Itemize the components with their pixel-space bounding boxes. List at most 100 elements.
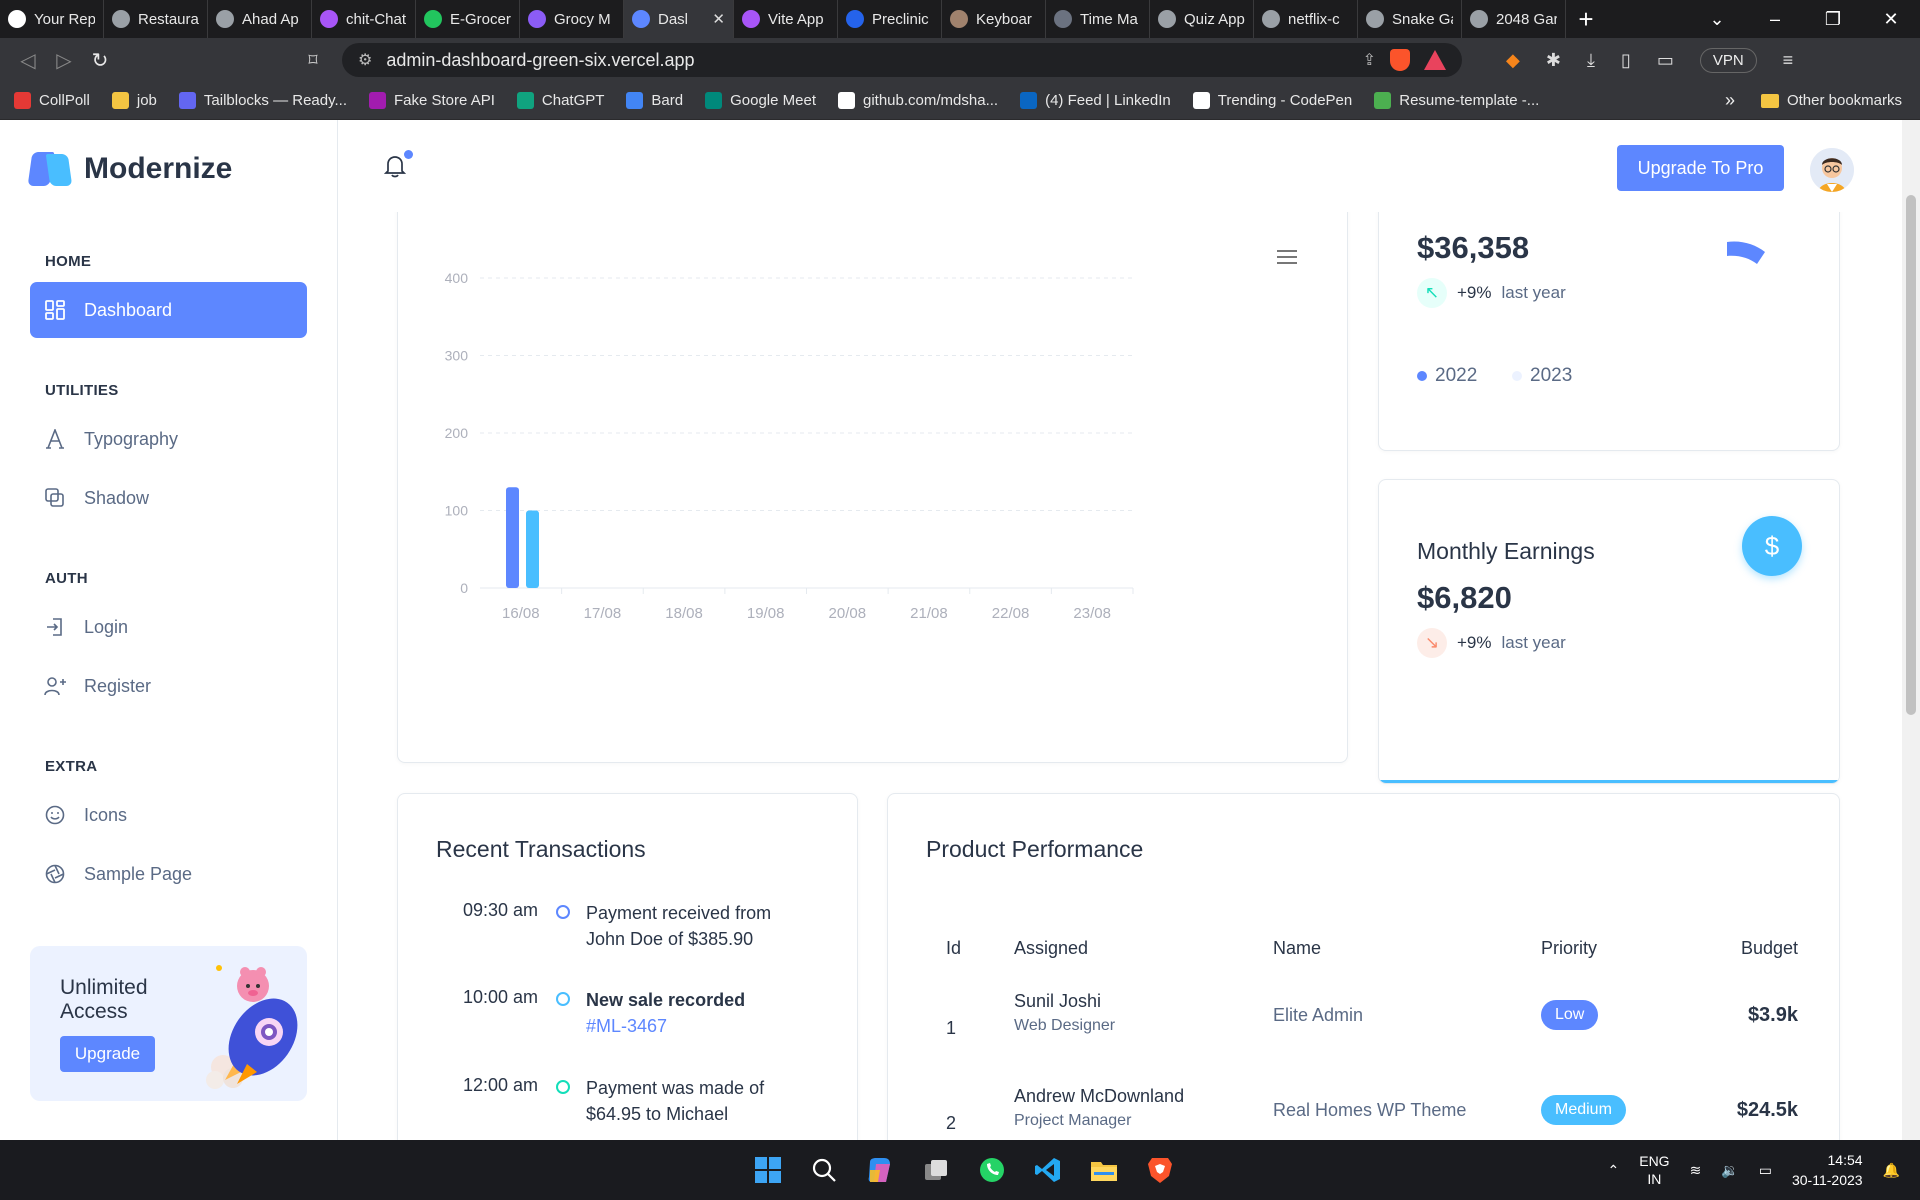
transaction-link[interactable]: #ML-3467 <box>586 1016 667 1036</box>
close-window-icon[interactable]: ✕ <box>1862 9 1920 30</box>
promo-upgrade-button[interactable]: Upgrade <box>60 1036 155 1072</box>
search-icon[interactable] <box>804 1150 844 1190</box>
notification-bell-icon[interactable] <box>384 154 406 178</box>
chevron-up-icon[interactable]: ⌃ <box>1608 1162 1620 1179</box>
bookmark-item[interactable]: job <box>111 92 157 109</box>
system-clock[interactable]: 14:54 30-11-2023 <box>1792 1150 1863 1190</box>
bookmarks-bar: CollPoll job Tailblocks — Ready... Fake Sto… <box>0 82 1920 120</box>
sidebar-item-label: Sample Page <box>84 863 193 884</box>
downloads-icon[interactable]: ⤓ <box>1587 50 1595 71</box>
new-tab-button[interactable]: + <box>1566 0 1606 38</box>
dollar-icon[interactable]: $ <box>1742 516 1802 576</box>
language-indicator[interactable]: ENG IN <box>1639 1152 1669 1188</box>
sidebar-item-login[interactable]: Login <box>30 599 307 655</box>
browser-tab[interactable]: Ahad Ap <box>208 0 312 38</box>
bar-series-2 <box>526 510 539 588</box>
copilot-icon[interactable] <box>860 1150 900 1190</box>
browser-tab[interactable]: chit-Chat <box>312 0 416 38</box>
timeline-dot <box>556 992 570 1006</box>
page-scrollbar[interactable] <box>1902 120 1920 1140</box>
sidebar: Modernize HOME Dashboard UTILITIES Typog… <box>0 120 338 1140</box>
bookmarks-overflow-button[interactable]: » <box>1725 90 1735 111</box>
sidebar-item-register[interactable]: Register <box>30 658 307 714</box>
browser-tab[interactable]: netflix-c <box>1254 0 1358 38</box>
bookmark-favicon-icon <box>516 92 534 109</box>
brand-logo[interactable]: Modernize <box>27 152 232 186</box>
globe-icon <box>1366 10 1384 28</box>
sidebar-item-dashboard[interactable]: Dashboard <box>30 282 307 338</box>
brave-shields-icon[interactable] <box>1390 49 1410 71</box>
extensions-icon[interactable]: ✱ <box>1546 50 1561 71</box>
transaction-text-block: New sale recorded #ML-3467 <box>586 987 786 1039</box>
wifi-icon[interactable]: ≋ <box>1690 1162 1702 1179</box>
upgrade-to-pro-button[interactable]: Upgrade To Pro <box>1617 145 1784 191</box>
bookmark-favicon-icon <box>14 92 31 109</box>
legend-dot <box>1417 371 1427 381</box>
wallet-icon[interactable]: ▭ <box>1657 50 1674 71</box>
y-tick-label: 200 <box>445 425 469 441</box>
other-bookmarks-folder[interactable]: Other bookmarks <box>1760 92 1902 109</box>
browser-tab[interactable]: Vite App <box>734 0 838 38</box>
brave-rewards-icon[interactable] <box>1424 50 1446 70</box>
cell-role: Web Designer <box>1014 1017 1116 1034</box>
bookmark-item[interactable]: CollPoll <box>14 92 90 109</box>
browser-tab[interactable]: Dasl ✕ <box>624 0 734 38</box>
notifications-icon[interactable]: 🔔 <box>1883 1162 1900 1179</box>
browser-tab[interactable]: Keyboar <box>942 0 1046 38</box>
browser-tab[interactable]: Snake Ga <box>1358 0 1462 38</box>
forward-icon[interactable]: ▷ <box>46 48 82 73</box>
volume-icon[interactable]: 🔉 <box>1721 1162 1738 1179</box>
browser-tab[interactable]: Restaurar <box>104 0 208 38</box>
bookmark-item[interactable]: github.com/mdsha... <box>838 92 998 109</box>
bookmark-item[interactable]: Bard <box>626 92 683 109</box>
browser-tab[interactable]: 2048 Gar <box>1462 0 1566 38</box>
bookmark-favicon-icon <box>369 92 386 109</box>
windows-start-icon[interactable] <box>748 1150 788 1190</box>
cell-assigned: Andrew McDownland <box>1014 1086 1185 1106</box>
column-header-budget: Budget <box>1740 938 1798 958</box>
browser-tab[interactable]: Your Rep <box>0 0 104 38</box>
bookmark-item[interactable]: (4) Feed | LinkedIn <box>1020 92 1171 109</box>
site-info-icon[interactable]: ⚙ <box>358 50 372 70</box>
bookmark-page-icon[interactable]: ⌑ <box>298 50 328 71</box>
minimize-icon[interactable]: – <box>1746 9 1804 30</box>
brave-browser-icon[interactable] <box>1140 1150 1180 1190</box>
sidebar-item-icons[interactable]: Icons <box>30 787 307 843</box>
file-explorer-icon[interactable] <box>1084 1150 1124 1190</box>
maximize-icon[interactable]: ❐ <box>1804 9 1862 30</box>
metamask-icon[interactable]: ◆ <box>1506 50 1520 71</box>
browser-tab[interactable]: Preclinic <box>838 0 942 38</box>
user-avatar[interactable] <box>1810 148 1854 192</box>
sidebar-item-label: Dashboard <box>84 299 173 320</box>
tab-search-icon[interactable]: ⌄ <box>1688 9 1746 30</box>
share-icon[interactable]: ⇪ <box>1363 50 1376 70</box>
upgrade-promo-card: Unlimited Access Upgrade <box>30 946 307 1101</box>
bookmark-item[interactable]: Resume-template -... <box>1374 92 1539 109</box>
notification-badge <box>404 150 413 159</box>
browser-tab[interactable]: Quiz App <box>1150 0 1254 38</box>
bookmark-item[interactable]: Fake Store API <box>369 92 495 109</box>
bookmark-item[interactable]: Google Meet <box>705 92 816 109</box>
sidebar-item-typography[interactable]: Typography <box>30 411 307 467</box>
battery-icon[interactable]: ▭ <box>1759 1162 1772 1179</box>
sidebar-item-sample-page[interactable]: Sample Page <box>30 846 307 902</box>
menu-icon[interactable]: ≡ <box>1783 50 1794 71</box>
bookmark-item[interactable]: Tailblocks — Ready... <box>178 92 347 109</box>
browser-tab[interactable]: Time Ma <box>1046 0 1150 38</box>
typography-icon <box>44 428 66 450</box>
whatsapp-icon[interactable] <box>972 1150 1012 1190</box>
scrollbar-thumb[interactable] <box>1906 195 1916 715</box>
sidebar-item-shadow[interactable]: Shadow <box>30 470 307 526</box>
bookmark-item[interactable]: ChatGPT <box>516 92 604 109</box>
browser-tab[interactable]: E-Grocer <box>416 0 520 38</box>
sidebar-toggle-icon[interactable]: ▯ <box>1621 50 1631 71</box>
back-icon[interactable]: ◁ <box>10 48 46 73</box>
address-bar[interactable]: ⚙ admin-dashboard-green-six.vercel.app ⇪ <box>342 43 1462 77</box>
bookmark-item[interactable]: Trending - CodePen <box>1192 92 1352 109</box>
task-view-icon[interactable] <box>916 1150 956 1190</box>
reload-icon[interactable]: ↻ <box>82 48 118 73</box>
tab-close-icon[interactable]: ✕ <box>712 10 725 28</box>
vscode-icon[interactable] <box>1028 1150 1068 1190</box>
browser-tab[interactable]: Grocy M <box>520 0 624 38</box>
vpn-button[interactable]: VPN <box>1699 47 1757 73</box>
